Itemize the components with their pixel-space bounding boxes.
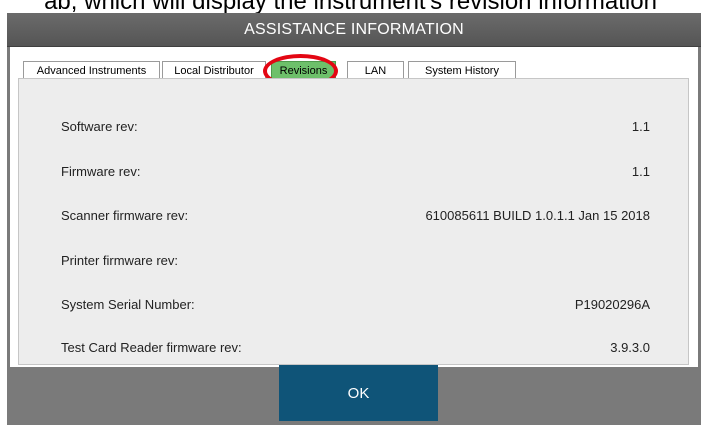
revision-row: System Serial Number: P19020296A	[19, 295, 688, 315]
revision-row: Scanner firmware rev: 610085611 BUILD 1.…	[19, 206, 688, 226]
row-label: Software rev:	[61, 119, 138, 134]
revision-row: Printer firmware rev:	[19, 251, 688, 271]
tab-revisions[interactable]: Revisions	[271, 61, 336, 79]
row-label: Scanner firmware rev:	[61, 208, 189, 223]
window-title: ASSISTANCE INFORMATION	[244, 21, 464, 38]
revision-row: Software rev: 1.1	[19, 117, 688, 137]
tab-local-distributor[interactable]: Local Distributor	[162, 61, 266, 79]
ok-button[interactable]: OK	[279, 365, 438, 421]
dialog-body: Advanced Instruments Local Distributor R…	[10, 47, 698, 367]
row-value: 1.1	[631, 164, 650, 179]
tab-system-history[interactable]: System History	[408, 61, 516, 79]
row-label: Printer firmware rev:	[61, 253, 179, 268]
row-label: Test Card Reader firmware rev:	[61, 340, 242, 355]
assistance-info-window: ASSISTANCE INFORMATION Advanced Instrume…	[7, 13, 701, 425]
revision-row: Test Card Reader firmware rev: 3.9.3.0	[19, 338, 688, 358]
tab-lan[interactable]: LAN	[347, 61, 404, 79]
row-value: P19020296A	[574, 297, 650, 312]
tab-advanced-instruments[interactable]: Advanced Instruments	[23, 61, 160, 79]
row-value: 3.9.3.0	[610, 340, 650, 355]
row-value: 610085611 BUILD 1.0.1.1 Jan 15 2018	[425, 208, 650, 223]
row-value: 1.1	[631, 119, 650, 134]
revision-row: Firmware rev: 1.1	[19, 162, 688, 182]
title-bar: ASSISTANCE INFORMATION	[7, 13, 701, 47]
row-label: Firmware rev:	[61, 164, 141, 179]
row-label: System Serial Number:	[61, 297, 195, 312]
revisions-panel: Software rev: 1.1 Firmware rev: 1.1 Scan…	[18, 78, 689, 365]
